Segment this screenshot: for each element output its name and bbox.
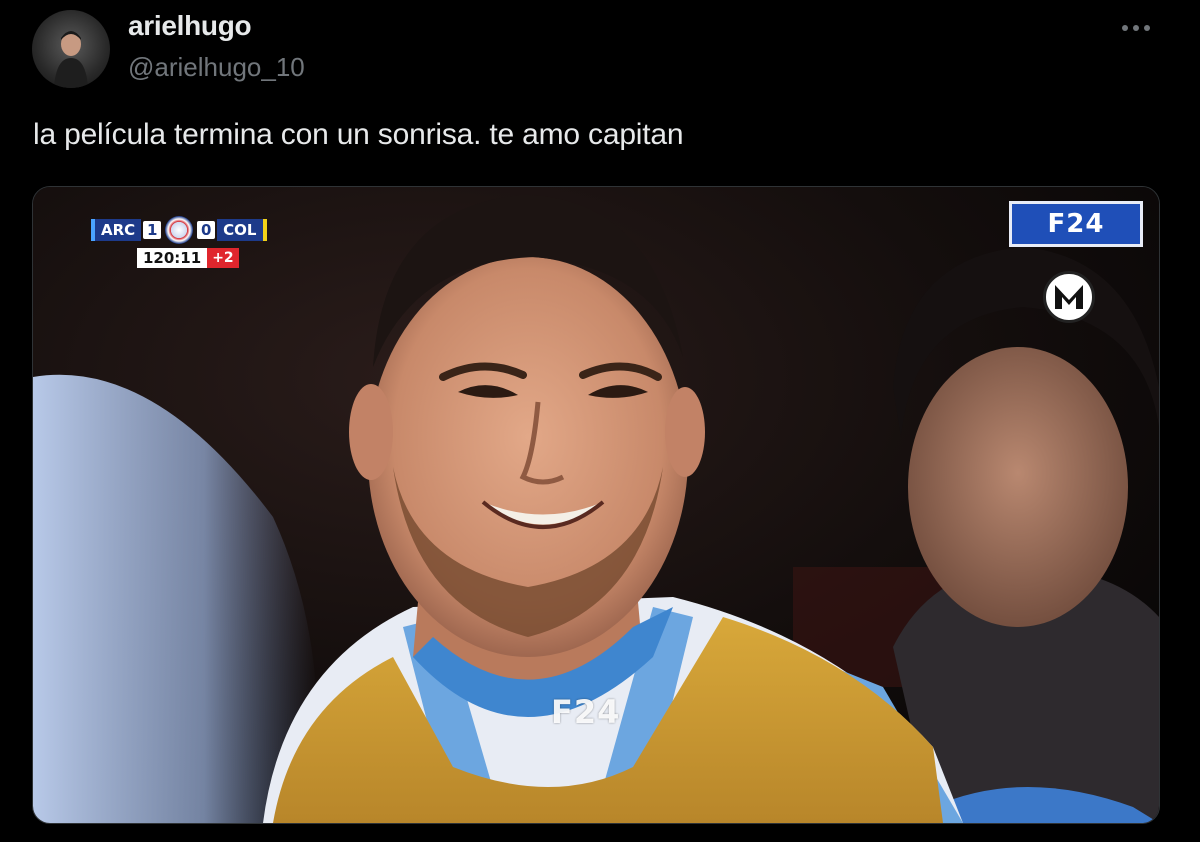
display-name[interactable]: arielhugo: [128, 10, 252, 42]
user-handle[interactable]: @arielhugo_10: [128, 52, 305, 83]
home-score: 1: [143, 221, 162, 239]
home-team-label: ARC: [91, 219, 142, 241]
avatar[interactable]: [32, 10, 110, 88]
tournament-logo-icon: [165, 216, 194, 244]
match-clock: 120:11: [137, 248, 208, 268]
scoreboard-clock-row: 120:11 +2: [137, 247, 239, 269]
away-score: 0: [197, 221, 216, 239]
more-options-button[interactable]: [1116, 12, 1156, 44]
scoreboard: ARC 1 0 COL 120:11 +2: [91, 216, 303, 269]
video-watermark: F24: [551, 693, 621, 731]
m-logo-icon: [1043, 271, 1095, 323]
scoreboard-score-row: ARC 1 0 COL: [91, 216, 267, 244]
added-time: +2: [207, 248, 239, 268]
channel-badge: F24: [1009, 201, 1143, 247]
tweet-media[interactable]: ARC 1 0 COL 120:11 +2 F24 F24: [32, 186, 1160, 824]
more-horizontal-icon: [1122, 25, 1150, 31]
tweet-text: la película termina con un sonrisa. te a…: [33, 118, 684, 151]
away-team-label: COL: [217, 219, 267, 241]
tweet-header: arielhugo @arielhugo_10: [0, 0, 1200, 100]
tweet: arielhugo @arielhugo_10 la película term…: [0, 0, 1200, 842]
avatar-person-icon: [54, 31, 88, 88]
